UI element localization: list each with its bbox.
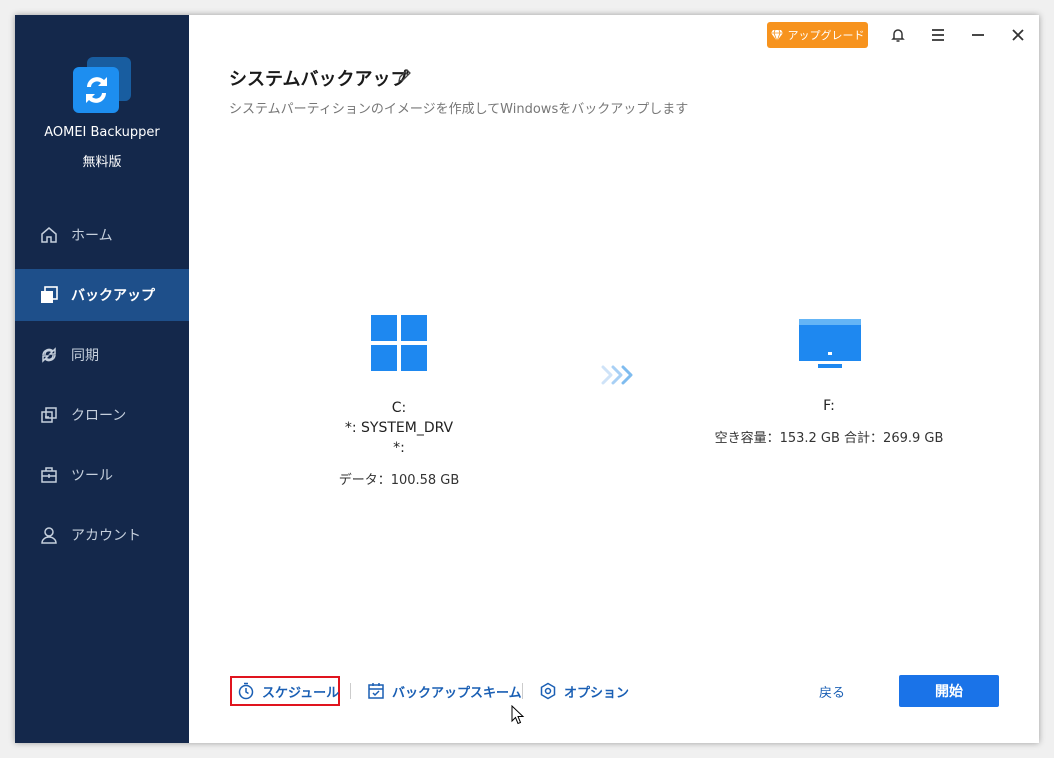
sidebar-item-home[interactable]: ホーム	[15, 209, 189, 261]
sidebar-item-account[interactable]: アカウント	[15, 509, 189, 561]
sidebar-item-label: アカウント	[71, 528, 141, 544]
page-subtitle: システムパーティションのイメージを作成してWindowsをバックアップします	[229, 102, 689, 117]
source-partition-name: *: SYSTEM_DRV	[344, 420, 454, 436]
start-button[interactable]: 開始	[899, 675, 999, 707]
source-drive-label: C:	[391, 400, 407, 416]
upgrade-label: アップグレード	[787, 29, 865, 42]
backup-scheme-label: バックアップスキーム	[392, 685, 522, 701]
app-edition: 無料版	[82, 155, 122, 170]
gear-icon	[540, 682, 556, 700]
sidebar-item-sync[interactable]: 同期	[15, 329, 189, 381]
sidebar-item-label: ツール	[71, 468, 113, 484]
source-partition-extra: *:	[393, 440, 405, 456]
backup-scheme-button[interactable]: バックアップスキーム	[367, 678, 522, 704]
user-icon	[41, 527, 57, 544]
sidebar-item-clone[interactable]: クローン	[15, 389, 189, 441]
sidebar-item-label: バックアップ	[71, 288, 155, 304]
toolbox-icon	[41, 467, 57, 483]
page-title: システムバックアップ	[229, 69, 409, 90]
monitor-icon[interactable]	[799, 319, 861, 371]
options-label: オプション	[564, 685, 630, 701]
sidebar-item-label: 同期	[71, 348, 99, 364]
sidebar: AOMEI Backupper 無料版 ホーム バックアップ 同期 クローン ツ…	[15, 15, 189, 743]
menu-icon[interactable]	[926, 23, 950, 47]
destination-capacity-info: 空き容量：153.2 GB 合計：269.9 GB	[714, 431, 944, 446]
upgrade-button[interactable]: アップグレード	[767, 22, 868, 48]
sidebar-item-label: クローン	[71, 408, 127, 424]
home-icon	[41, 227, 57, 243]
diamond-icon	[770, 29, 783, 41]
divider	[522, 683, 523, 699]
windows-logo-icon[interactable]	[371, 315, 427, 371]
close-icon[interactable]	[1006, 23, 1030, 47]
options-button[interactable]: オプション	[539, 678, 629, 704]
backup-icon	[41, 286, 58, 303]
direction-arrows-icon	[601, 365, 633, 385]
divider	[350, 683, 351, 699]
sidebar-item-backup[interactable]: バックアップ	[15, 269, 189, 321]
schedule-label: スケジュール	[262, 685, 340, 701]
calendar-check-icon	[368, 683, 384, 699]
app-window: AOMEI Backupper 無料版 ホーム バックアップ 同期 クローン ツ…	[15, 15, 1039, 743]
back-button[interactable]: 戻る	[819, 682, 845, 701]
mouse-cursor-icon	[511, 705, 525, 725]
app-name: AOMEI Backupper	[44, 125, 160, 140]
source-partition-info[interactable]: C: *: SYSTEM_DRV *:	[309, 398, 489, 458]
minimize-icon[interactable]	[966, 23, 990, 47]
sync-icon	[42, 347, 56, 363]
stopwatch-icon	[238, 682, 254, 700]
app-logo-icon	[73, 57, 131, 113]
schedule-button[interactable]: スケジュール	[237, 678, 339, 704]
sidebar-item-label: ホーム	[71, 228, 113, 244]
bell-icon[interactable]	[886, 23, 910, 47]
source-data-size: データ：100.58 GB	[338, 473, 460, 488]
destination-drive-label[interactable]: F:	[729, 398, 929, 414]
edit-icon[interactable]	[396, 68, 412, 84]
main-panel: アップグレード システムバックアップ システムパーティションのイメージを作成して…	[189, 15, 1039, 743]
sidebar-item-tools[interactable]: ツール	[15, 449, 189, 501]
clone-icon	[41, 407, 57, 423]
